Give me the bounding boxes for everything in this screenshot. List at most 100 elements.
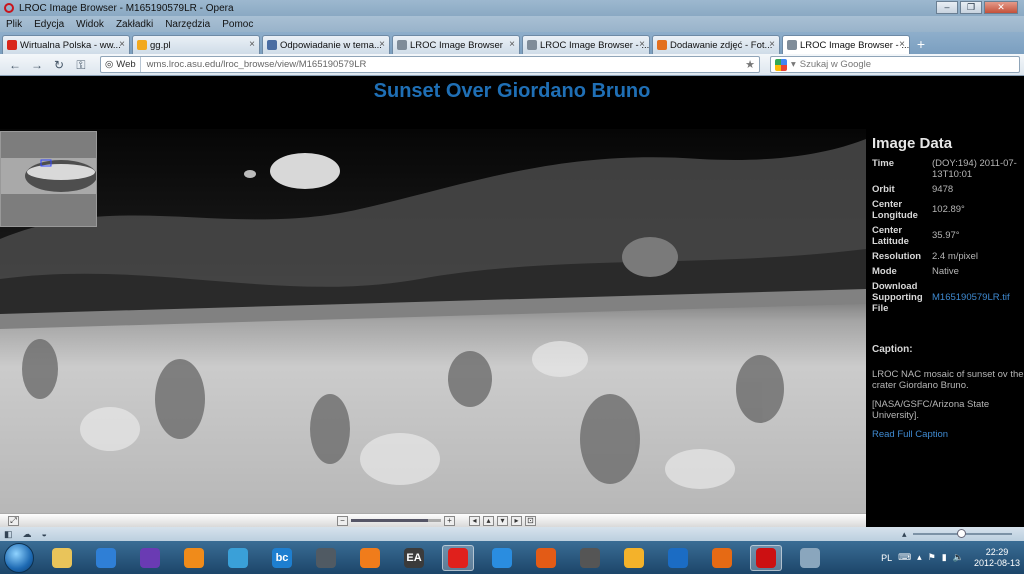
globe-icon: ◎ <box>105 59 114 70</box>
tab-favicon-icon <box>397 40 407 50</box>
menu-tools[interactable]: Narzędzia <box>165 19 210 30</box>
volume-icon[interactable]: 🔈 <box>953 552 964 563</box>
browser-status-bar: ◧ ☁ ◒ ▴ <box>0 527 1024 541</box>
tab-close-icon[interactable]: × <box>119 39 125 50</box>
menu-help[interactable]: Pomoc <box>222 19 253 30</box>
tab-close-icon[interactable]: × <box>509 39 515 50</box>
address-field[interactable]: ◎ Web wms.lroc.asu.edu/lroc_browse/view/M… <box>100 56 760 73</box>
browser-tab[interactable]: LROC Image Browser - ... × <box>522 35 650 54</box>
tab-close-icon[interactable]: × <box>379 39 385 50</box>
search-dropdown-icon[interactable]: ▾ <box>791 59 796 70</box>
reset-view-button[interactable]: ⊡ <box>525 515 536 526</box>
page-zoom-thumb[interactable] <box>957 529 967 538</box>
web-badge[interactable]: ◎ Web <box>101 57 141 72</box>
web-badge-label: Web <box>116 59 136 70</box>
browser-tab[interactable]: Odpowiadanie w tema... × <box>262 35 390 54</box>
gg-icon[interactable] <box>618 545 650 571</box>
keyboard-icon[interactable]: ⌨ <box>898 552 911 563</box>
opera-icon[interactable] <box>750 544 782 571</box>
caption-heading: Caption: <box>872 344 913 355</box>
fire-icon[interactable] <box>530 545 562 571</box>
red-star-icon[interactable] <box>442 544 474 571</box>
menu-bookmarks[interactable]: Zakładki <box>116 19 153 30</box>
browser-tab[interactable]: Dodawanie zdjęć - Fot... × <box>652 35 780 54</box>
maximize-button[interactable]: ❐ <box>960 1 982 14</box>
mouse-icon[interactable] <box>310 545 342 571</box>
orange-app-icon[interactable] <box>354 545 386 571</box>
pan-up-button[interactable]: ▴ <box>483 515 494 526</box>
tab-close-icon[interactable]: × <box>899 39 905 50</box>
image-data-row: Center Latitude 35.97° <box>872 225 1024 247</box>
opera-logo-icon <box>4 3 14 13</box>
zoom-slider[interactable] <box>351 519 441 522</box>
menu-file[interactable]: Plik <box>6 19 22 30</box>
tray-arrow-icon[interactable]: ▴ <box>917 552 922 563</box>
sync-icon[interactable] <box>222 545 254 571</box>
monitor-icon[interactable] <box>662 545 694 571</box>
read-full-caption-link[interactable]: Read Full Caption <box>872 429 948 440</box>
tab-label: LROC Image Browser - ... <box>540 39 650 51</box>
image-data-key: Resolution <box>872 251 922 262</box>
game-icon[interactable] <box>574 545 606 571</box>
image-data-row: Time (DOY:194) 2011-07-13T10:01 <box>872 158 1024 180</box>
back-button[interactable]: ← <box>6 57 24 73</box>
media-icon[interactable] <box>134 545 166 571</box>
bc-icon-glyph: bc <box>272 547 292 568</box>
minimize-button[interactable]: – <box>936 1 958 14</box>
cloud-icon[interactable]: ☁ <box>23 529 32 540</box>
tab-label: LROC Image Browser - ... <box>800 39 910 51</box>
flag-icon[interactable]: ⚑ <box>928 552 936 563</box>
blue-globe-icon[interactable] <box>486 545 518 571</box>
menu-edit[interactable]: Edycja <box>34 19 64 30</box>
firefox-icon[interactable] <box>706 545 738 571</box>
google-icon <box>775 58 787 71</box>
close-window-button[interactable]: ✕ <box>984 1 1018 14</box>
red-star-icon-glyph <box>448 547 468 568</box>
browser-tab[interactable]: Wirtualna Polska - ww... × <box>2 35 130 54</box>
game-icon-glyph <box>580 547 600 568</box>
pan-tool-icon[interactable]: ⤢ <box>8 515 19 526</box>
clock[interactable]: 22:29 2012-08-13 <box>974 547 1020 569</box>
explorer-icon[interactable] <box>46 545 78 571</box>
ea-icon[interactable]: EA <box>398 545 430 571</box>
tab-label: LROC Image Browser <box>410 39 503 51</box>
search-field[interactable]: ▾ Szukaj w Google <box>770 56 1020 73</box>
tool-icon[interactable] <box>794 545 826 571</box>
pan-left-button[interactable]: ◂ <box>469 515 480 526</box>
turbo-icon[interactable]: ◒ <box>42 529 47 539</box>
language-indicator[interactable]: PL <box>881 553 892 563</box>
orange-app-icon-glyph <box>360 547 380 568</box>
tab-favicon-icon <box>137 40 147 50</box>
browser-tab[interactable]: gg.pl × <box>132 35 260 54</box>
image-data-key: Orbit <box>872 184 895 195</box>
forward-button[interactable]: → <box>28 57 46 73</box>
pan-right-button[interactable]: ▸ <box>511 515 522 526</box>
panel-toggle-icon[interactable]: ◧ <box>4 529 13 540</box>
overview-thumbnail[interactable] <box>0 131 97 227</box>
key-icon[interactable]: ⚿ <box>72 57 90 73</box>
zoom-out-button[interactable]: − <box>337 515 348 526</box>
new-tab-button[interactable]: + <box>912 35 930 54</box>
winamp-icon[interactable] <box>90 545 122 571</box>
lunar-surface-image[interactable] <box>0 129 866 513</box>
network-icon[interactable]: ▮ <box>942 552 947 563</box>
player-icon[interactable] <box>178 545 210 571</box>
tab-close-icon[interactable]: × <box>769 39 775 50</box>
reload-button[interactable]: ↻ <box>50 57 68 73</box>
download-file-link[interactable]: M165190579LR.tif <box>932 292 1010 303</box>
image-data-key: Center Latitude <box>872 225 909 247</box>
zoom-in-button[interactable]: + <box>444 515 455 526</box>
pan-down-button[interactable]: ▾ <box>497 515 508 526</box>
bc-icon[interactable]: bc <box>266 545 298 571</box>
clock-date: 2012-08-13 <box>973 557 1020 568</box>
start-button[interactable] <box>4 542 34 573</box>
browser-tab[interactable]: LROC Image Browser - ... × <box>782 35 910 54</box>
tab-close-icon[interactable]: × <box>639 39 645 50</box>
image-data-heading: Image Data <box>872 135 953 152</box>
browser-tab[interactable]: LROC Image Browser × <box>392 35 520 54</box>
page-zoom-slider[interactable]: ▴ <box>902 529 1012 539</box>
image-data-rows: Time (DOY:194) 2011-07-13T10:01 Orbit 9478 C… <box>872 158 1024 277</box>
tab-close-icon[interactable]: × <box>249 39 255 50</box>
menu-view[interactable]: Widok <box>76 19 104 30</box>
bookmark-star-icon[interactable]: ★ <box>745 58 755 71</box>
